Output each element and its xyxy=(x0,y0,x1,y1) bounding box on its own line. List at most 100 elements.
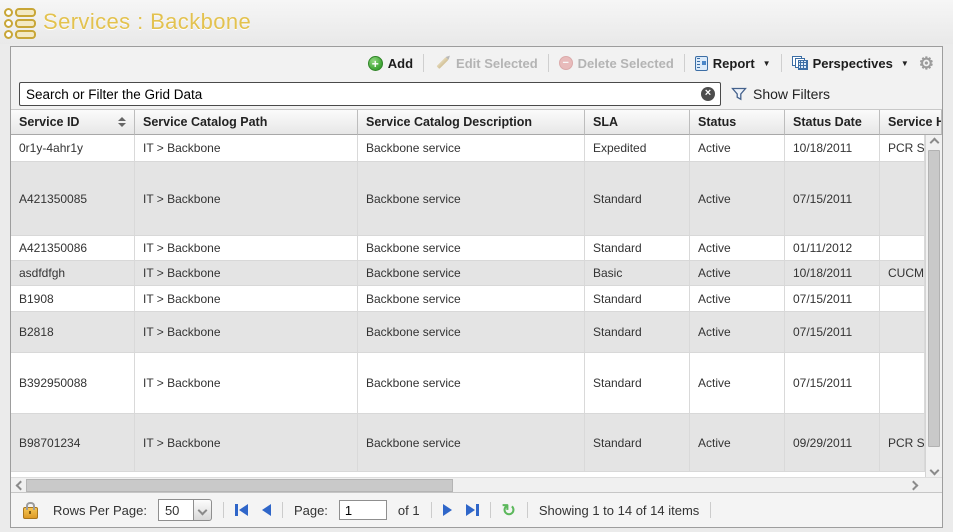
lock-icon[interactable] xyxy=(23,507,38,519)
scroll-left-arrow[interactable] xyxy=(13,478,27,492)
scroll-down-arrow[interactable] xyxy=(926,463,942,477)
add-icon: + xyxy=(368,56,383,71)
perspectives-button[interactable]: Perspectives ▼ xyxy=(792,56,909,71)
report-button[interactable]: Report ▼ xyxy=(695,56,771,71)
scroll-right-arrow[interactable] xyxy=(906,478,920,492)
cell-status-date: 01/11/2012 xyxy=(785,236,880,260)
cell-service-id: B2818 xyxy=(11,312,135,352)
cell-sla: Standard xyxy=(585,353,690,413)
pagination-separator xyxy=(710,502,711,518)
cell-status: Active xyxy=(690,312,785,352)
clear-search-icon[interactable]: × xyxy=(701,87,715,101)
cell-service-catalog-description: Backbone service xyxy=(358,286,585,311)
toolbar: + Add Edit Selected − Delete Selected Re… xyxy=(11,47,942,79)
table-row[interactable]: A421350086IT > BackboneBackbone serviceS… xyxy=(11,236,925,261)
table-row[interactable]: B2818IT > BackboneBackbone serviceStanda… xyxy=(11,312,925,353)
page-label: Page: xyxy=(294,503,328,518)
app-header: Services : Backbone xyxy=(0,0,953,44)
cell-service-id: A421350085 xyxy=(11,162,135,235)
pagination-separator xyxy=(282,502,283,518)
cell-service-h: CUCM S xyxy=(880,261,925,285)
column-header-sla[interactable]: SLA xyxy=(585,110,690,135)
column-header-label: Service ID xyxy=(19,115,79,129)
scroll-up-arrow[interactable] xyxy=(926,135,942,149)
cell-service-catalog-description: Backbone service xyxy=(358,162,585,235)
perspectives-label: Perspectives xyxy=(813,56,893,71)
table-row[interactable]: B98701234IT > BackboneBackbone serviceSt… xyxy=(11,414,925,472)
cell-service-catalog-path: IT > Backbone xyxy=(135,261,358,285)
cell-service-h xyxy=(880,162,925,235)
cell-service-catalog-description: Backbone service xyxy=(358,414,585,471)
grid-rows: 0r1y-4ahr1yIT > BackboneBackbone service… xyxy=(11,135,925,477)
cell-service-h: PCR Sw xyxy=(880,135,925,161)
cell-service-catalog-path: IT > Backbone xyxy=(135,414,358,471)
column-header-service-catalog-path[interactable]: Service Catalog Path xyxy=(135,110,358,135)
sort-icon[interactable] xyxy=(112,117,126,127)
show-filters-button[interactable]: Show Filters xyxy=(731,86,830,102)
add-label: Add xyxy=(388,56,413,71)
cell-service-catalog-path: IT > Backbone xyxy=(135,236,358,260)
cell-sla: Standard xyxy=(585,312,690,352)
cell-status: Active xyxy=(690,286,785,311)
column-header-label: Service Catalog Path xyxy=(143,115,267,129)
vertical-scrollbar-thumb[interactable] xyxy=(928,150,940,447)
cell-service-catalog-description: Backbone service xyxy=(358,236,585,260)
search-input[interactable] xyxy=(19,82,721,106)
rows-per-page-label: Rows Per Page: xyxy=(53,503,147,518)
cell-status-date: 07/15/2011 xyxy=(785,286,880,311)
rows-per-page-select[interactable]: 50 xyxy=(158,499,212,521)
report-icon xyxy=(695,56,708,71)
column-header-service-h[interactable]: Service H xyxy=(880,110,942,135)
table-row[interactable]: B1908IT > BackboneBackbone serviceStanda… xyxy=(11,286,925,312)
table-row[interactable]: B392950088IT > BackboneBackbone serviceS… xyxy=(11,353,925,414)
column-header-label: Status Date xyxy=(793,115,862,129)
column-header-service-catalog-description[interactable]: Service Catalog Description xyxy=(358,110,585,135)
table-row[interactable]: A421350085IT > BackboneBackbone serviceS… xyxy=(11,162,925,236)
column-header-status-date[interactable]: Status Date xyxy=(785,110,880,135)
cell-service-catalog-path: IT > Backbone xyxy=(135,162,358,235)
column-header-service-id[interactable]: Service ID xyxy=(11,110,135,135)
delete-selected-button[interactable]: − Delete Selected xyxy=(559,56,674,71)
grid-header: Service ID Service Catalog Path Service Ca… xyxy=(11,109,942,135)
chevron-down-icon: ▼ xyxy=(763,59,771,68)
pagination-separator xyxy=(490,502,491,518)
first-page-button[interactable] xyxy=(235,504,248,516)
edit-selected-button[interactable]: Edit Selected xyxy=(434,56,538,71)
page-number-input[interactable] xyxy=(339,500,387,520)
toolbar-separator xyxy=(684,54,685,72)
vertical-scrollbar[interactable] xyxy=(925,135,942,477)
cell-service-h xyxy=(880,236,925,260)
cell-service-catalog-description: Backbone service xyxy=(358,312,585,352)
settings-gear-icon[interactable]: ⚙ xyxy=(919,55,934,72)
column-header-label: Status xyxy=(698,115,736,129)
page: Services : Backbone + Add Edit Selected … xyxy=(0,0,953,532)
horizontal-scrollbar[interactable] xyxy=(11,477,942,492)
table-row[interactable]: 0r1y-4ahr1yIT > BackboneBackbone service… xyxy=(11,135,925,162)
cell-sla: Standard xyxy=(585,414,690,471)
funnel-icon xyxy=(731,86,747,102)
cell-status: Active xyxy=(690,236,785,260)
pagination-separator xyxy=(223,502,224,518)
cell-service-catalog-description: Backbone service xyxy=(358,353,585,413)
horizontal-scrollbar-thumb[interactable] xyxy=(26,479,453,492)
cell-service-id: B1908 xyxy=(11,286,135,311)
pagination-separator xyxy=(431,502,432,518)
next-page-button[interactable] xyxy=(443,504,452,516)
cell-service-catalog-path: IT > Backbone xyxy=(135,312,358,352)
pagination-bar: Rows Per Page: 50 Page: of 1 ↻ Showing xyxy=(11,492,942,527)
refresh-icon[interactable]: ↻ xyxy=(502,502,516,519)
cell-service-id: A421350086 xyxy=(11,236,135,260)
cell-status-date: 10/18/2011 xyxy=(785,261,880,285)
add-button[interactable]: + Add xyxy=(368,56,413,71)
table-row[interactable]: asdfdfghIT > BackboneBackbone serviceBas… xyxy=(11,261,925,286)
showing-items-text: Showing 1 to 14 of 14 items xyxy=(539,503,699,518)
show-filters-label: Show Filters xyxy=(753,86,830,102)
prev-arrow-group xyxy=(235,504,271,516)
previous-page-button[interactable] xyxy=(262,504,271,516)
pagination-separator xyxy=(527,502,528,518)
rows-per-page-dropdown-icon xyxy=(194,499,212,521)
perspectives-icon xyxy=(792,56,808,71)
last-page-button[interactable] xyxy=(466,504,479,516)
column-header-status[interactable]: Status xyxy=(690,110,785,135)
toolbar-separator xyxy=(423,54,424,72)
